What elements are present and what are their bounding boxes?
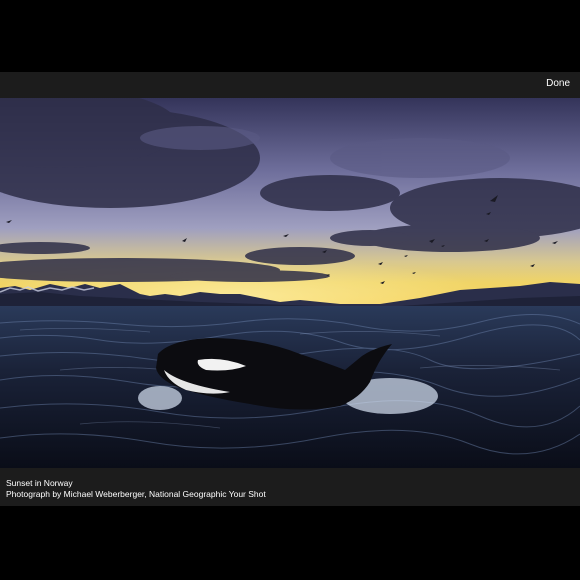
photo-title: Sunset in Norway [6,478,73,488]
caption-bar: Sunset in Norway Photograph by Michael W… [0,468,580,506]
photo [0,98,580,468]
done-button[interactable]: Done [546,78,570,89]
orca-sunset-photo [0,98,580,468]
photo-credit: Photograph by Michael Weberberger, Natio… [6,489,266,499]
viewer-toolbar: Done [0,72,580,98]
